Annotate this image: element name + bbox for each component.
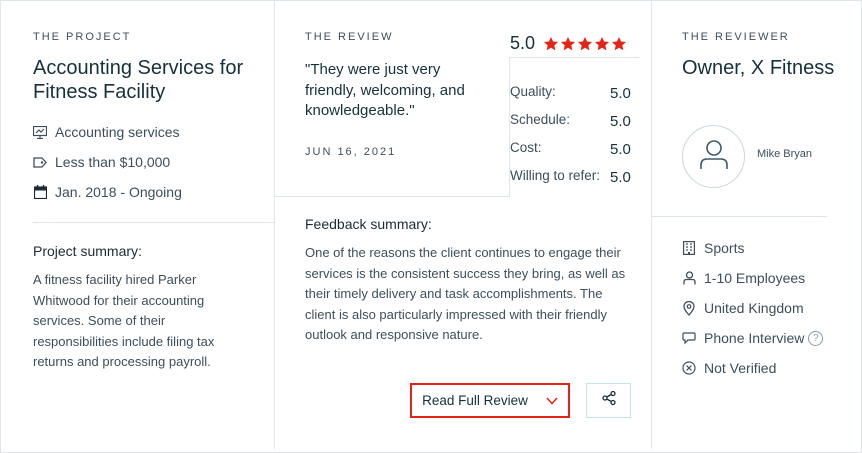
project-budget-row: Less than $10,000	[33, 152, 170, 172]
project-divider	[33, 222, 275, 223]
reviewer-location-row: United Kingdom	[682, 298, 804, 318]
project-eyebrow: THE PROJECT	[33, 31, 132, 43]
share-button[interactable]	[586, 383, 631, 418]
project-service-text: Accounting services	[55, 124, 180, 140]
reviewer-employees-text: 1-10 Employees	[704, 270, 806, 286]
read-full-review-button[interactable]: Read Full Review	[410, 383, 570, 418]
rating-value: 5.0	[610, 169, 631, 186]
review-card: THE PROJECT Accounting Services for Fitn…	[0, 0, 862, 453]
chevron-down-icon	[546, 396, 558, 405]
chat-bubble-icon	[682, 331, 696, 345]
rating-value: 5.0	[610, 141, 631, 158]
reviewer-name: Mike Bryan	[757, 148, 813, 160]
reviewer-interview-row: Phone Interview ?	[682, 328, 824, 348]
feedback-summary-text: One of the reasons the client continues …	[305, 245, 626, 342]
avatar	[682, 125, 745, 188]
location-pin-icon	[682, 300, 696, 316]
star-rating	[543, 36, 627, 52]
star-icon	[544, 36, 559, 50]
project-column: THE PROJECT Accounting Services for Fitn…	[1, 1, 275, 449]
reviewer-verification-row: Not Verified	[682, 358, 776, 378]
project-summary-text: A fitness facility hired Parker Whitwood…	[33, 272, 215, 369]
reviewer-title: Owner, X Fitness	[682, 57, 835, 79]
reviewer-eyebrow: THE REVIEWER	[682, 31, 790, 43]
rating-label: Willing to refer:	[510, 168, 601, 183]
overall-rating: 5.0	[510, 33, 627, 54]
project-summary-label: Project summary:	[33, 243, 142, 259]
reviewer-interview-text: Phone Interview	[704, 330, 805, 346]
project-budget-text: Less than $10,000	[55, 154, 171, 170]
share-icon	[601, 390, 617, 411]
read-full-review-label: Read Full Review	[422, 393, 528, 408]
reviewer-location-text: United Kingdom	[704, 300, 804, 316]
calendar-icon	[33, 185, 47, 199]
rating-breakdown: Quality: 5.0 Schedule: 5.0 Cost: 5.0 Wil…	[509, 57, 639, 197]
rating-value: 5.0	[610, 85, 631, 102]
x-circle-icon	[682, 361, 696, 375]
rating-value: 5.0	[610, 113, 631, 130]
star-icon	[578, 36, 593, 50]
review-divider	[275, 196, 509, 197]
user-icon	[699, 138, 729, 175]
rating-label: Cost:	[510, 140, 542, 155]
overall-score: 5.0	[510, 33, 536, 53]
reviewer-divider	[652, 216, 827, 217]
star-icon	[595, 36, 610, 50]
star-icon	[561, 36, 576, 50]
feedback-summary-label: Feedback summary:	[305, 216, 432, 232]
review-column: THE REVIEW "They were just very friendly…	[275, 1, 652, 449]
project-dates-text: Jan. 2018 - Ongoing	[55, 184, 182, 200]
price-tag-icon	[33, 155, 47, 169]
review-quote: "They were just very friendly, welcoming…	[305, 61, 465, 119]
project-service-row: Accounting services	[33, 122, 180, 142]
project-dates-row: Jan. 2018 - Ongoing	[33, 182, 182, 202]
reviewer-employees-row: 1-10 Employees	[682, 268, 805, 288]
review-eyebrow: THE REVIEW	[305, 31, 394, 43]
reviewer-industry-text: Sports	[704, 240, 745, 256]
reviewer-industry-row: Sports	[682, 238, 744, 258]
rating-label: Schedule:	[510, 112, 571, 127]
reviewer-verification-text: Not Verified	[704, 360, 777, 376]
reviewer-column: THE REVIEWER Owner, X Fitness Mike Bryan…	[652, 1, 862, 449]
rating-label: Quality:	[510, 84, 556, 99]
building-icon	[682, 241, 696, 255]
star-icon	[612, 36, 627, 50]
project-title: Accounting Services for Fitness Facility	[33, 57, 244, 103]
person-icon	[682, 271, 696, 285]
help-icon[interactable]: ?	[808, 330, 824, 346]
review-date: JUN 16, 2021	[305, 146, 397, 158]
presentation-board-icon	[33, 125, 47, 139]
